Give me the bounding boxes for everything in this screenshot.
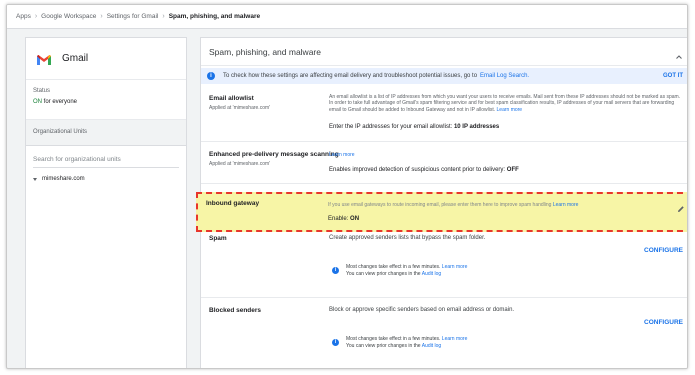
setting-title: Spam	[209, 235, 227, 242]
setting-description: Block or approve specific senders based …	[329, 307, 515, 313]
setting-inbound-gateway[interactable]: Inbound gateway If you use email gateway…	[196, 192, 687, 232]
note-line: Most changes take effect in a few minute…	[346, 336, 441, 342]
setting-spam[interactable]: Spam Create approved senders lists that …	[201, 226, 687, 298]
email-log-search-link[interactable]: Email Log Search.	[480, 73, 529, 79]
learn-more-link[interactable]: Learn more	[329, 152, 355, 158]
app-header: Gmail	[26, 38, 186, 80]
info-banner: i To check how these settings are affect…	[201, 68, 687, 84]
learn-more-link[interactable]: Learn more	[553, 202, 579, 208]
configure-button[interactable]: CONFIGURE	[644, 319, 683, 326]
status-block: Status ON for everyone	[26, 80, 186, 120]
setting-value: Enter the IP addresses for your email al…	[329, 124, 499, 130]
chevron-up-icon[interactable]	[675, 48, 683, 59]
learn-more-link[interactable]: Learn more	[442, 264, 468, 270]
audit-log-link[interactable]: Audit log	[422, 343, 441, 349]
got-it-button[interactable]: GOT IT	[663, 73, 683, 79]
note-line: You can view prior changes in the	[346, 343, 421, 349]
breadcrumb-apps[interactable]: Apps	[16, 13, 31, 20]
allowlist-value-label: Enter the IP addresses for your email al…	[329, 124, 453, 130]
ou-tree-item[interactable]: mimeshare.com	[33, 176, 179, 182]
setting-title: Blocked senders	[209, 307, 262, 314]
setting-description: An email allowlist is a list of IP addre…	[329, 94, 684, 113]
breadcrumb-separator: ›	[34, 13, 38, 20]
note-line: Most changes take effect in a few minute…	[346, 264, 441, 270]
configure-button[interactable]: CONFIGURE	[644, 247, 683, 254]
breadcrumb-separator: ›	[162, 13, 165, 20]
inbound-description-text: If you use email gateways to route incom…	[328, 202, 552, 208]
info-text: To check how these settings are affectin…	[223, 73, 478, 79]
inbound-value-label: Enable:	[328, 216, 349, 222]
breadcrumb-settings-for-gmail[interactable]: Settings for Gmail	[107, 13, 159, 20]
status-value: ON for everyone	[33, 99, 179, 105]
triangle-down-icon[interactable]	[33, 177, 37, 181]
change-note-text: Most changes take effect in a few minute…	[346, 336, 467, 350]
learn-more-link[interactable]: Learn more	[497, 107, 523, 113]
breadcrumb-separator: ›	[100, 13, 103, 20]
setting-email-allowlist[interactable]: Email allowlist Applied at 'mimeshare.co…	[201, 84, 687, 142]
ou-search-input[interactable]: Search for organizational units	[33, 156, 179, 168]
audit-log-link[interactable]: Audit log	[422, 271, 441, 277]
info-icon: i	[207, 72, 215, 80]
note-line: You can view prior changes in the	[346, 271, 421, 277]
breadcrumb: Apps › Google Workspace › Settings for G…	[7, 5, 687, 29]
setting-value: Enables improved detection of suspicious…	[329, 167, 519, 173]
gmail-logo-icon	[36, 53, 52, 65]
inbound-value: ON	[350, 216, 360, 222]
section-title: Spam, phishing, and malware	[209, 46, 321, 57]
status-on: ON	[33, 99, 42, 105]
status-label: Status	[33, 88, 51, 94]
setting-description: If you use email gateways to route incom…	[328, 202, 683, 208]
setting-title: Enhanced pre-delivery message scanning	[209, 151, 339, 158]
change-note-text: Most changes take effect in a few minute…	[346, 264, 467, 278]
predelivery-value: OFF	[506, 167, 519, 173]
pencil-icon[interactable]	[677, 200, 685, 212]
ou-tree-label: mimeshare.com	[42, 176, 85, 182]
setting-value: Enable: ON	[328, 216, 359, 222]
setting-title: Inbound gateway	[206, 200, 260, 207]
app-name: Gmail	[62, 53, 89, 64]
app-frame: Apps › Google Workspace › Settings for G…	[6, 4, 688, 369]
breadcrumb-current: Spam, phishing, and malware	[168, 13, 261, 20]
left-panel: Gmail Status ON for everyone Organizatio…	[25, 37, 187, 368]
setting-applied-at: Applied at 'mimeshare.com'	[209, 161, 271, 167]
learn-more-link[interactable]: Learn more	[442, 336, 468, 342]
setting-applied-at: Applied at 'mimeshare.com'	[209, 105, 271, 111]
breadcrumb-google-workspace[interactable]: Google Workspace	[41, 13, 96, 20]
allowlist-value: 10 IP addresses	[453, 124, 500, 130]
change-note: i Most changes take effect in a few minu…	[332, 264, 467, 278]
setting-blocked-senders[interactable]: Blocked senders Block or approve specifi…	[201, 298, 687, 368]
setting-description: Create approved senders lists that bypas…	[329, 235, 486, 241]
setting-title: Email allowlist	[209, 95, 254, 102]
section-header[interactable]: Spam, phishing, and malware	[201, 38, 687, 66]
organizational-units-header: Organizational Units	[26, 120, 186, 146]
change-note: i Most changes take effect in a few minu…	[332, 336, 467, 350]
info-icon: i	[332, 339, 339, 346]
setting-enhanced-pre-delivery[interactable]: Enhanced pre-delivery message scanning A…	[201, 142, 687, 184]
status-scope: for everyone	[43, 99, 78, 105]
info-icon: i	[332, 267, 339, 274]
predelivery-value-label: Enables improved detection of suspicious…	[329, 167, 506, 173]
